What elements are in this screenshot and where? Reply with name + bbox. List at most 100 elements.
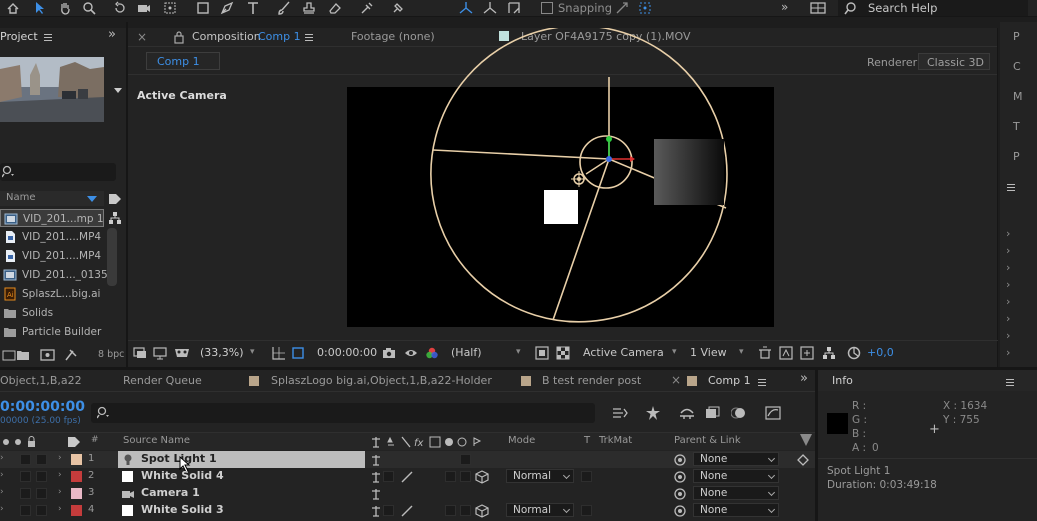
- chevron-right-icon[interactable]: ›: [58, 487, 62, 497]
- resolution-selector[interactable]: (Half): [451, 346, 482, 359]
- info-tab[interactable]: Info: [832, 374, 853, 387]
- motion-blur-icon[interactable]: [731, 406, 745, 420]
- collapsed-panel-tab[interactable]: P: [1013, 150, 1020, 163]
- mask-visibility-icon[interactable]: [174, 346, 189, 360]
- label-color-swatch[interactable]: [71, 454, 82, 465]
- pick-whip-icon[interactable]: [673, 504, 687, 518]
- timeline-tab-active[interactable]: Comp 1: [708, 374, 751, 387]
- timeline-tab[interactable]: SplaszLogo big.ai,Object,1,B,a22-Holder: [271, 374, 492, 387]
- project-item[interactable]: Solids: [0, 304, 104, 322]
- layer-row[interactable]: › › 3 Camera 1 None: [0, 485, 815, 502]
- timeline-link-icon[interactable]: [800, 346, 814, 360]
- flowchart-icon[interactable]: [822, 346, 836, 360]
- layer-name[interactable]: White Solid 4: [141, 469, 224, 482]
- chevron-right-icon[interactable]: ›: [1006, 244, 1010, 257]
- shy-switch-icon[interactable]: [370, 504, 384, 518]
- color-channels-icon[interactable]: [425, 346, 439, 360]
- collapsed-panel-tab[interactable]: M: [1013, 90, 1023, 103]
- solo-toggle[interactable]: [20, 488, 31, 499]
- layer-row[interactable]: › › 4 White Solid 3 Normal None: [0, 502, 815, 519]
- project-scrollbar[interactable]: [107, 228, 117, 286]
- close-tab-icon[interactable]: ×: [671, 373, 681, 387]
- rectangle-tool-icon[interactable]: [196, 1, 212, 15]
- composition-mini-flowchart-icon[interactable]: [612, 406, 628, 420]
- strip-menu-icon[interactable]: [1007, 184, 1015, 185]
- lock-toggle[interactable]: [36, 505, 47, 516]
- lock-toggle[interactable]: [36, 471, 47, 482]
- current-time[interactable]: 0:00:00:00: [317, 346, 377, 359]
- chevron-right-icon[interactable]: ›: [58, 453, 62, 463]
- show-snapshot-icon[interactable]: [404, 346, 418, 360]
- chevron-right-icon[interactable]: ›: [0, 504, 4, 514]
- parent-dropdown[interactable]: None: [693, 452, 779, 466]
- project-item[interactable]: VID_201...mp 1: [0, 209, 104, 227]
- shy-switch-icon[interactable]: [370, 470, 384, 484]
- blend-mode-dropdown[interactable]: Normal: [506, 503, 574, 517]
- snap-edge-icon[interactable]: [615, 1, 631, 15]
- draft-3d-icon[interactable]: [779, 346, 793, 360]
- pan-behind-tool-icon[interactable]: [163, 1, 179, 15]
- collapse-switch[interactable]: [383, 505, 394, 516]
- thumbnail-dropdown-icon[interactable]: [114, 88, 122, 93]
- pen-tool-icon[interactable]: [220, 1, 236, 15]
- layer-row[interactable]: › › 1 Spot Light 1 None: [0, 451, 815, 468]
- chevron-right-icon[interactable]: ›: [1006, 295, 1010, 308]
- info-panel-menu-icon[interactable]: [1006, 379, 1014, 380]
- panel-overflow-icon[interactable]: »: [108, 27, 116, 42]
- preserve-transparency-toggle[interactable]: [581, 505, 592, 516]
- chevron-down-icon[interactable]: ▾: [516, 347, 521, 357]
- type-tool-icon[interactable]: [246, 1, 262, 15]
- view-selector[interactable]: Active Camera: [583, 346, 664, 359]
- project-settings-icon[interactable]: [64, 348, 78, 362]
- source-name-column[interactable]: Source Name: [123, 435, 190, 446]
- workspace-layout-icon[interactable]: [810, 1, 826, 15]
- draft-3d-toggle-icon[interactable]: [645, 405, 660, 420]
- project-item[interactable]: VID_201..._0135: [0, 266, 108, 284]
- 3d-layer-cube-icon[interactable]: [475, 470, 489, 484]
- label-tag-icon[interactable]: [67, 435, 81, 449]
- exposure-value[interactable]: +0,0: [867, 346, 894, 359]
- view-layout-selector[interactable]: 1 View: [690, 346, 727, 359]
- monitor-output-icon[interactable]: [153, 346, 167, 360]
- chevron-down-icon[interactable]: ▾: [739, 347, 744, 357]
- chevron-right-icon[interactable]: ›: [1006, 346, 1010, 359]
- project-item[interactable]: VID_201....MP4: [0, 247, 104, 265]
- brush-tool-icon[interactable]: [277, 1, 293, 15]
- layer-name[interactable]: White Solid 3: [141, 503, 224, 516]
- pick-whip-icon[interactable]: [673, 470, 687, 484]
- solo-toggle[interactable]: [20, 454, 31, 465]
- world-axis-mode-icon[interactable]: [483, 1, 499, 15]
- rotate-tool-icon[interactable]: [113, 1, 129, 15]
- chevron-right-icon[interactable]: ›: [0, 470, 4, 480]
- project-tab[interactable]: Project: [0, 30, 38, 43]
- project-item[interactable]: Ai SplaszL...big.ai: [0, 285, 104, 303]
- snapping-checkbox[interactable]: [541, 2, 553, 14]
- transparency-grid-icon[interactable]: [556, 346, 570, 360]
- snapshot-camera-icon[interactable]: [382, 346, 396, 360]
- pick-whip-icon[interactable]: [673, 487, 687, 501]
- 3d-layer-switch[interactable]: [460, 454, 471, 465]
- reset-exposure-icon[interactable]: [847, 346, 861, 360]
- timeline-tab[interactable]: B test render post: [542, 374, 641, 387]
- flowchart-icon[interactable]: [108, 211, 122, 225]
- chevron-right-icon[interactable]: ›: [58, 470, 62, 480]
- layer-name[interactable]: Camera 1: [141, 486, 200, 499]
- chevron-right-icon[interactable]: ›: [1006, 278, 1010, 291]
- eraser-tool-icon[interactable]: [328, 1, 344, 15]
- collapsed-panel-tab[interactable]: T: [1013, 120, 1020, 133]
- adjustment-switch[interactable]: [445, 471, 456, 482]
- project-item[interactable]: Particle Builder: [0, 323, 126, 341]
- zoom-level[interactable]: (33,3%): [200, 346, 244, 359]
- layer-row[interactable]: › › 2 White Solid 4 Normal None: [0, 468, 815, 485]
- collapsed-panel-tab[interactable]: P: [1013, 30, 1020, 43]
- search-help-field[interactable]: Search Help: [838, 0, 1028, 16]
- roto-brush-tool-icon[interactable]: [360, 1, 376, 15]
- timeline-tab[interactable]: Object,1,B,a22: [0, 374, 82, 387]
- spot-light-gizmo[interactable]: [128, 28, 998, 367]
- graph-editor-icon[interactable]: [765, 406, 781, 420]
- new-composition-icon[interactable]: [40, 348, 55, 362]
- render-queue-tab[interactable]: Render Queue: [123, 374, 202, 387]
- shy-switch-icon[interactable]: [370, 487, 384, 501]
- quality-switch-icon[interactable]: [400, 470, 414, 484]
- selection-tool-icon[interactable]: [33, 1, 49, 15]
